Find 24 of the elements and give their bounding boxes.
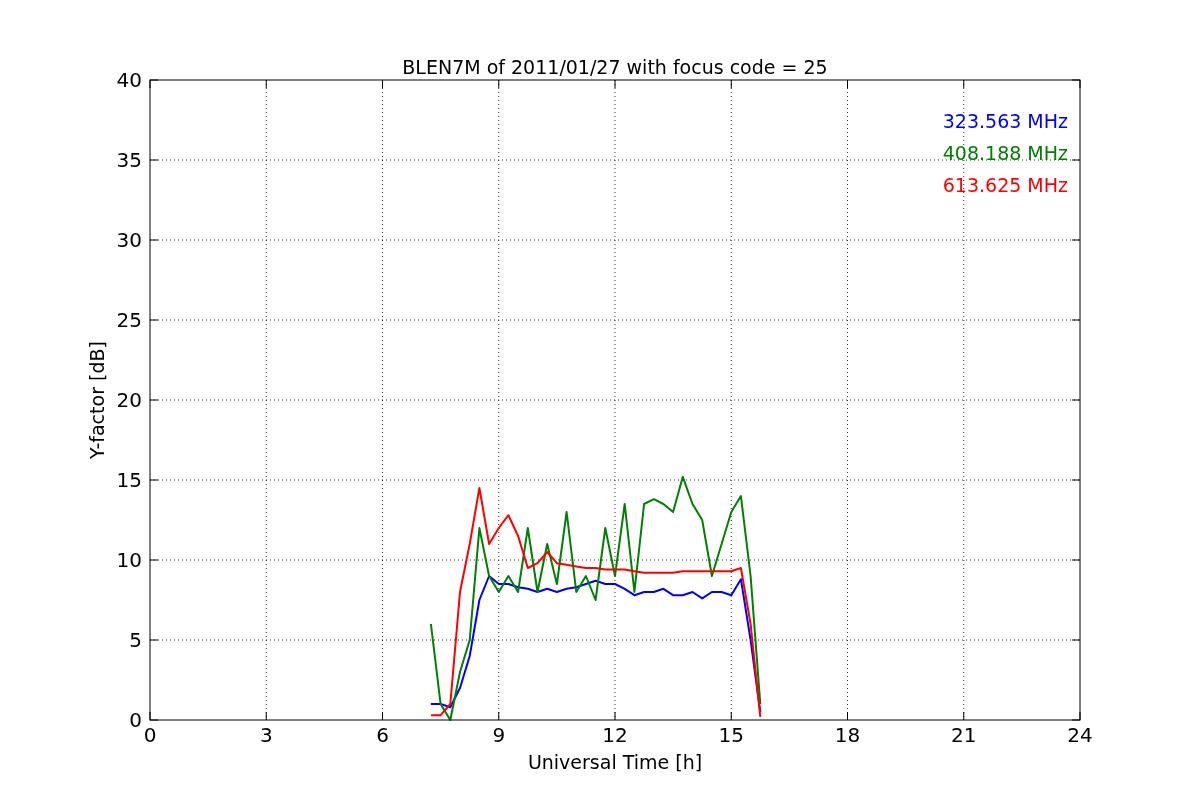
x-tick-label: 12 xyxy=(602,723,628,747)
y-tick-label: 20 xyxy=(116,388,142,412)
x-tick-label: 0 xyxy=(143,723,157,747)
y-tick-label: 25 xyxy=(116,308,142,332)
legend-label: 323.563 MHz xyxy=(942,110,1068,132)
x-tick-label: 6 xyxy=(376,723,389,747)
legend-label: 613.625 MHz xyxy=(942,174,1068,196)
x-tick-label: 18 xyxy=(834,723,861,747)
x-tick-label: 9 xyxy=(492,723,506,747)
legend-label: 408.188 MHz xyxy=(942,142,1068,164)
y-tick-label: 15 xyxy=(116,468,142,492)
y-tick-label: 5 xyxy=(129,628,142,652)
x-tick-label: 24 xyxy=(1067,723,1093,747)
x-axis-label: Universal Time [h] xyxy=(527,751,703,773)
y-tick-label: 10 xyxy=(116,548,142,572)
y-tick-label: 0 xyxy=(129,708,142,732)
y-tick-label: 35 xyxy=(116,148,142,172)
y-tick-label: 30 xyxy=(116,228,142,252)
x-tick-label: 3 xyxy=(259,723,273,747)
y-axis-label: Y-factor [dB] xyxy=(86,341,108,459)
x-tick-label: 21 xyxy=(951,723,977,747)
x-tick-label: 15 xyxy=(718,723,744,747)
chart-title: BLEN7M of 2011/01/27 with focus code = 25 xyxy=(402,56,828,78)
y-tick-label: 40 xyxy=(116,68,142,92)
